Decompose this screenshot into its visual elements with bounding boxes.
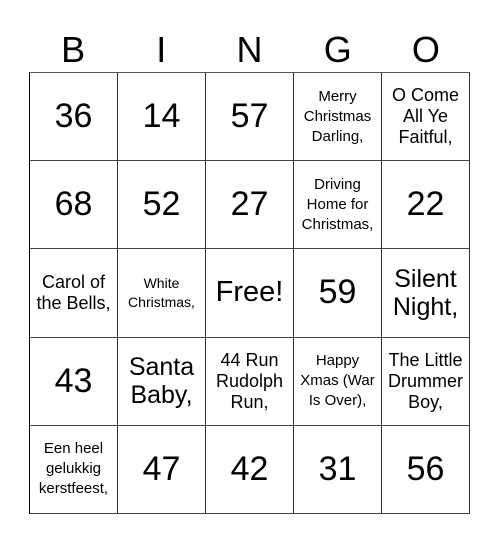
bingo-cell[interactable]: 31 — [294, 425, 382, 514]
cell-text: Een heel gelukkig kerstfeest, — [38, 440, 109, 498]
cell-text: 59 — [318, 273, 357, 312]
bingo-cell[interactable]: 27 — [206, 161, 294, 250]
bingo-cell[interactable]: Merry Christmas Darling, — [294, 73, 382, 162]
bingo-cell[interactable]: 56 — [382, 425, 470, 514]
cell-text: 27 — [230, 185, 269, 224]
header-letter-g: G — [323, 29, 352, 70]
bingo-cell[interactable]: 44 Run Rudolph Run, — [206, 337, 294, 426]
cell-text: Free! — [215, 276, 284, 309]
cell-text: Merry Christmas Darling, — [303, 87, 372, 145]
cell-text: Santa Baby, — [128, 353, 195, 410]
free-space-cell[interactable]: Free! — [206, 249, 294, 338]
bingo-cell[interactable]: 59 — [294, 249, 382, 338]
cell-text: O Come All Ye Faitful, — [391, 85, 460, 148]
bingo-cell[interactable]: Santa Baby, — [118, 337, 206, 426]
bingo-cell[interactable]: 68 — [30, 161, 118, 250]
bingo-cell[interactable]: Driving Home for Christmas, — [294, 161, 382, 250]
bingo-cell[interactable]: 42 — [206, 425, 294, 514]
bingo-cell[interactable]: 52 — [118, 161, 206, 250]
header-letter-i: I — [156, 29, 167, 70]
bingo-cell[interactable]: 22 — [382, 161, 470, 250]
cell-text: Happy Xmas (War Is Over), — [300, 352, 375, 410]
cell-text: 22 — [406, 185, 445, 224]
bingo-cell[interactable]: 57 — [206, 73, 294, 162]
cell-text: 43 — [54, 361, 93, 400]
cell-text: The Little Drummer Boy, — [388, 349, 463, 412]
header-letter-b: B — [61, 29, 86, 70]
bingo-cell[interactable]: O Come All Ye Faitful, — [382, 73, 470, 162]
bingo-cell[interactable]: Carol of the Bells, — [30, 249, 118, 338]
cell-text: Driving Home for Christmas, — [301, 175, 374, 233]
cell-text: 31 — [318, 449, 357, 488]
cell-text: Silent Night, — [392, 264, 459, 321]
bingo-header: B I N G O — [29, 28, 470, 72]
cell-text: 44 Run Rudolph Run, — [215, 349, 284, 412]
cell-text: 14 — [142, 97, 181, 136]
cell-text: 36 — [54, 97, 93, 136]
cell-text: White Christmas, — [128, 274, 195, 310]
cell-text: 42 — [230, 449, 269, 488]
cell-text: 57 — [230, 97, 269, 136]
cell-text: 68 — [54, 185, 93, 224]
bingo-cell[interactable]: 14 — [118, 73, 206, 162]
bingo-cell[interactable]: Silent Night, — [382, 249, 470, 338]
bingo-cell[interactable]: Een heel gelukkig kerstfeest, — [30, 425, 118, 514]
cell-text: 52 — [142, 185, 181, 224]
bingo-cell[interactable]: White Christmas, — [118, 249, 206, 338]
header-letter-n: N — [236, 29, 263, 70]
bingo-cell[interactable]: The Little Drummer Boy, — [382, 337, 470, 426]
cell-text: 47 — [142, 449, 181, 488]
cell-text: Carol of the Bells, — [36, 271, 111, 313]
bingo-cell[interactable]: 47 — [118, 425, 206, 514]
bingo-cell[interactable]: 36 — [30, 73, 118, 162]
bingo-cell[interactable]: 43 — [30, 337, 118, 426]
bingo-cell[interactable]: Happy Xmas (War Is Over), — [294, 337, 382, 426]
bingo-grid: 36 14 57 Merry Christmas Darling, O Come… — [29, 72, 470, 514]
header-letter-o: O — [411, 29, 440, 70]
cell-text: 56 — [406, 449, 445, 488]
